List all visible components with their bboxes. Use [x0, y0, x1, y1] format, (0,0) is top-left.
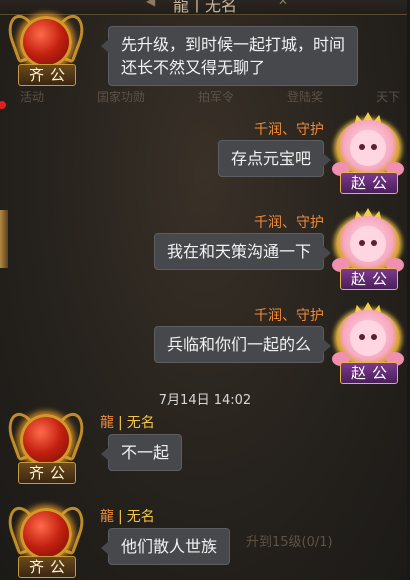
sender-name: 千润、守护	[254, 308, 324, 324]
message-line: 我在和天策沟通一下	[166, 242, 311, 261]
avatar-name: 赵公	[340, 172, 398, 194]
message-bubble[interactable]: 先升级，到时候一起打城，时间 还长不然又得无聊了	[100, 26, 359, 86]
message-line: 兵临和你们一起的么	[166, 335, 311, 354]
peach-face-icon	[350, 226, 386, 262]
eye-icon	[359, 334, 365, 340]
sender-name: 千润、守护	[254, 215, 324, 231]
sender-separator: |	[118, 509, 123, 525]
background-menu-item: 国家功勋	[96, 90, 145, 104]
avatar-name: 赵公	[340, 268, 398, 290]
peach-face-icon	[350, 130, 386, 166]
sender-name-suffix: 无名	[126, 415, 155, 431]
eye-icon	[371, 144, 377, 150]
avatar-name: 齐公	[18, 556, 76, 578]
message-bubble[interactable]: 他们散人世族	[100, 528, 231, 565]
eye-icon	[371, 334, 377, 340]
avatar[interactable]: 齐公	[2, 498, 90, 578]
avatar[interactable]: 齐公	[2, 6, 90, 86]
eye-icon	[371, 240, 377, 246]
background-menu: 活动 国家功勋 拍军令 登陆奖 天下	[20, 88, 400, 108]
sender-separator: |	[118, 415, 123, 431]
sender-name-main: 龍	[100, 509, 114, 525]
sender-name: 千润、守护	[254, 122, 324, 138]
side-drawer-handle[interactable]	[0, 210, 8, 268]
background-menu-item: 活动	[20, 90, 45, 104]
eye-icon	[359, 144, 365, 150]
avatar-name: 齐公	[18, 462, 76, 484]
sender-name-main: 龍	[100, 415, 114, 431]
avatar[interactable]: 赵公	[330, 110, 406, 194]
peach-face-icon	[350, 320, 386, 356]
message-line: 不一起	[121, 443, 170, 462]
avatar[interactable]: 赵公	[330, 300, 406, 384]
message-bubble[interactable]: 我在和天策沟通一下	[153, 233, 332, 270]
message-bubble[interactable]: 存点元宝吧	[217, 140, 332, 177]
avatar[interactable]: 赵公	[330, 206, 406, 290]
avatar[interactable]: 齐公	[2, 404, 90, 484]
background-menu-item: 登陆奖	[286, 90, 323, 104]
sender-name-suffix: 无名	[126, 509, 155, 525]
red-orb-icon	[20, 508, 72, 560]
sender-name: 龍 | 无名	[100, 412, 155, 432]
background-menu-item: 天下	[375, 90, 400, 104]
red-orb-icon	[20, 16, 72, 68]
message-line: 还长不然又得无聊了	[121, 58, 266, 77]
close-icon[interactable]: ✕	[278, 0, 288, 8]
message-bubble[interactable]: 兵临和你们一起的么	[153, 326, 332, 363]
message-line: 存点元宝吧	[230, 149, 311, 168]
background-task: 升到15级(0/1)	[246, 535, 333, 550]
avatar-name: 齐公	[18, 64, 76, 86]
eye-icon	[359, 240, 365, 246]
background-menu-item: 拍军令	[197, 90, 234, 104]
avatar-name: 赵公	[340, 362, 398, 384]
message-line: 先升级，到时候一起打城，时间	[121, 35, 346, 54]
red-orb-icon	[20, 414, 72, 466]
sender-name: 龍 | 无名	[100, 506, 155, 526]
message-line: 他们散人世族	[121, 537, 218, 556]
message-bubble[interactable]: 不一起	[100, 434, 183, 471]
notification-dot	[0, 101, 6, 109]
